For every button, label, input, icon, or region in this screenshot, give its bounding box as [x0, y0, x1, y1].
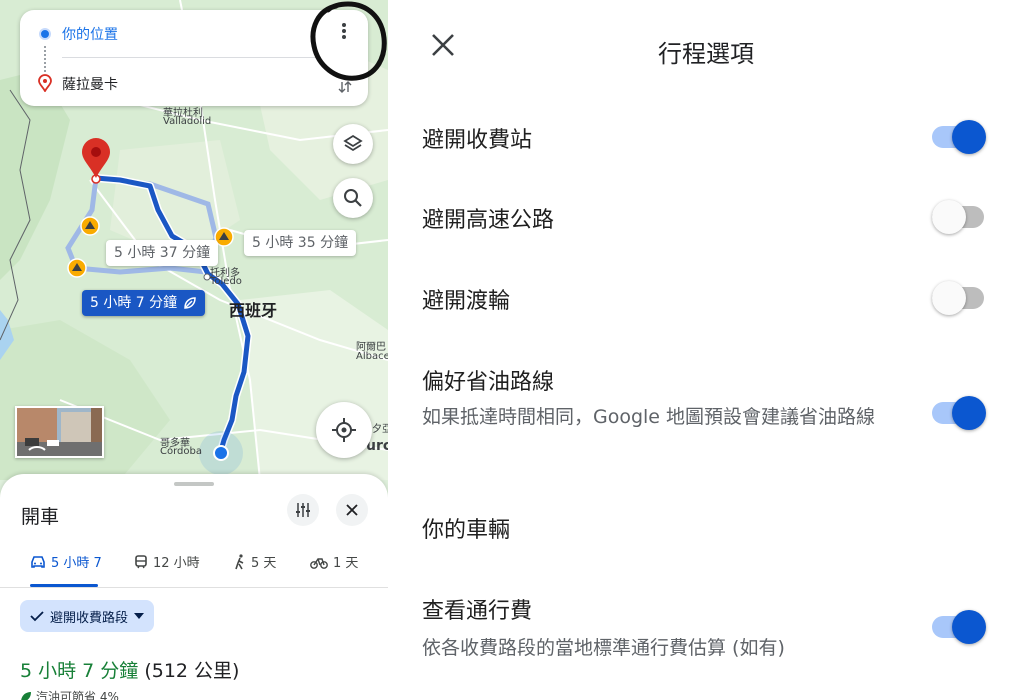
option-avoid-ferries-label: 避開渡輪 [422, 289, 511, 314]
avoid-tolls-chip[interactable]: 避開收費路段 [20, 600, 155, 632]
toggle-thumb [932, 281, 966, 315]
my-location-button[interactable] [316, 402, 372, 458]
route-alt-label-2[interactable]: 5 小時 35 分鐘 [244, 230, 357, 256]
app-root: 華拉杜利 Valladolid 托利多 Toledo 阿爾巴 Albace 哥多… [0, 0, 1024, 700]
country-label: 西班牙 [229, 301, 278, 320]
my-location-icon [332, 418, 356, 442]
toll-warning-icon [80, 216, 100, 236]
route-options-button[interactable] [287, 494, 319, 526]
route-main-label-text: 5 小時 7 分鐘 [90, 295, 178, 311]
car-icon [31, 555, 45, 568]
location-pin-icon [38, 74, 52, 92]
fuel-savings-note: 汽油可節省 4% [20, 688, 119, 700]
route-duration: 5 小時 7 分鐘 [20, 660, 139, 682]
city-label-albacete: Albace [356, 351, 388, 362]
dropdown-arrow-icon [134, 613, 145, 619]
eco-leaf-icon [21, 691, 31, 700]
more-vert-icon [342, 23, 346, 39]
option-avoid-tolls-label: 避開收費站 [422, 128, 533, 153]
map-search-button[interactable] [333, 178, 373, 218]
check-icon [30, 611, 44, 622]
bike-icon [310, 557, 328, 569]
mode-tab-transit[interactable]: 12 小時 [134, 552, 200, 571]
sheet-drag-handle[interactable] [174, 482, 214, 486]
route-main-label[interactable]: 5 小時 7 分鐘 [82, 290, 206, 316]
city-label-murcia-zh: 夕亞 [372, 424, 388, 435]
close-directions-button[interactable] [336, 494, 368, 526]
card-divider [62, 57, 320, 58]
mode-label: 1 天 [333, 556, 359, 571]
route-distance: (512 公里) [144, 660, 240, 682]
map-panel: 華拉杜利 Valladolid 托利多 Toledo 阿爾巴 Albace 哥多… [0, 0, 388, 700]
swap-icon[interactable] [338, 80, 352, 94]
city-label-valladolid: Valladolid [163, 116, 212, 127]
search-icon [344, 189, 362, 207]
route-input-card: 你的位置 薩拉曼卡 [20, 10, 368, 106]
fuel-savings-text: 汽油可節省 4% [36, 690, 119, 700]
city-label-cordoba: Córdoba [160, 446, 202, 457]
mode-label: 12 小時 [153, 556, 200, 571]
toll-warning-icon [67, 258, 87, 278]
option-avoid-highways-toggle[interactable] [932, 198, 986, 234]
option-fuel-efficient-toggle[interactable] [932, 394, 986, 430]
options-title: 行程選項 [658, 40, 754, 68]
toggle-thumb [952, 396, 986, 430]
sheet-title: 開車 [21, 506, 60, 528]
toggle-thumb [932, 200, 966, 234]
layers-icon [343, 134, 363, 152]
mode-tab-drive[interactable]: 5 小時 7 [30, 552, 102, 571]
option-show-toll-prices-description: 依各收費路段的當地標準通行費估算 (如有) [422, 637, 785, 659]
close-icon [346, 504, 358, 516]
more-options-button[interactable] [332, 20, 356, 50]
mode-tab-walk[interactable]: 5 天 [234, 552, 276, 571]
tune-icon [296, 503, 310, 517]
layers-button[interactable] [333, 124, 373, 164]
route-alt-label-1[interactable]: 5 小時 37 分鐘 [106, 240, 219, 266]
destination-field[interactable]: 薩拉曼卡 [62, 74, 118, 94]
route-dots-icon [44, 46, 46, 72]
option-show-toll-prices-label: 查看通行費 [422, 599, 533, 624]
toggle-thumb [952, 610, 986, 644]
chip-label: 避開收費路段 [50, 610, 129, 626]
transit-icon [135, 554, 147, 568]
directions-sheet: 開車 5 小時 7 12 小時 5 天 1 天 避開收費路段 5 小時 7 分鐘… [0, 474, 388, 700]
option-avoid-tolls-toggle[interactable] [932, 118, 986, 154]
sheet-divider [0, 587, 388, 588]
mode-label: 5 天 [251, 556, 277, 571]
walk-icon [235, 553, 244, 569]
street-view-image [17, 408, 102, 456]
city-label-toledo: Toledo [210, 276, 242, 287]
option-avoid-highways-label: 避開高速公路 [422, 208, 555, 233]
route-options-panel: 行程選項 避開收費站 避開高速公路 避開渡輪 偏好省油路線 如果抵達時間相同，G… [388, 0, 1024, 700]
mode-tab-bike[interactable]: 1 天 [310, 552, 358, 571]
origin-field[interactable]: 你的位置 [62, 24, 118, 44]
mode-label: 5 小時 7 [51, 556, 102, 571]
option-show-toll-prices-toggle[interactable] [932, 608, 986, 644]
street-view-thumbnail[interactable] [15, 406, 104, 458]
route-summary: 5 小時 7 分鐘 (512 公里) [20, 656, 239, 683]
option-avoid-ferries-toggle[interactable] [932, 279, 986, 315]
origin-dot-icon [39, 28, 51, 40]
eco-leaf-icon [184, 297, 196, 309]
toggle-thumb [952, 120, 986, 154]
option-fuel-efficient-description: 如果抵達時間相同，Google 地圖預設會建議省油路線 [422, 406, 876, 428]
option-fuel-efficient-label: 偏好省油路線 [422, 370, 555, 395]
option-your-vehicle-label[interactable]: 你的車輛 [422, 512, 510, 544]
